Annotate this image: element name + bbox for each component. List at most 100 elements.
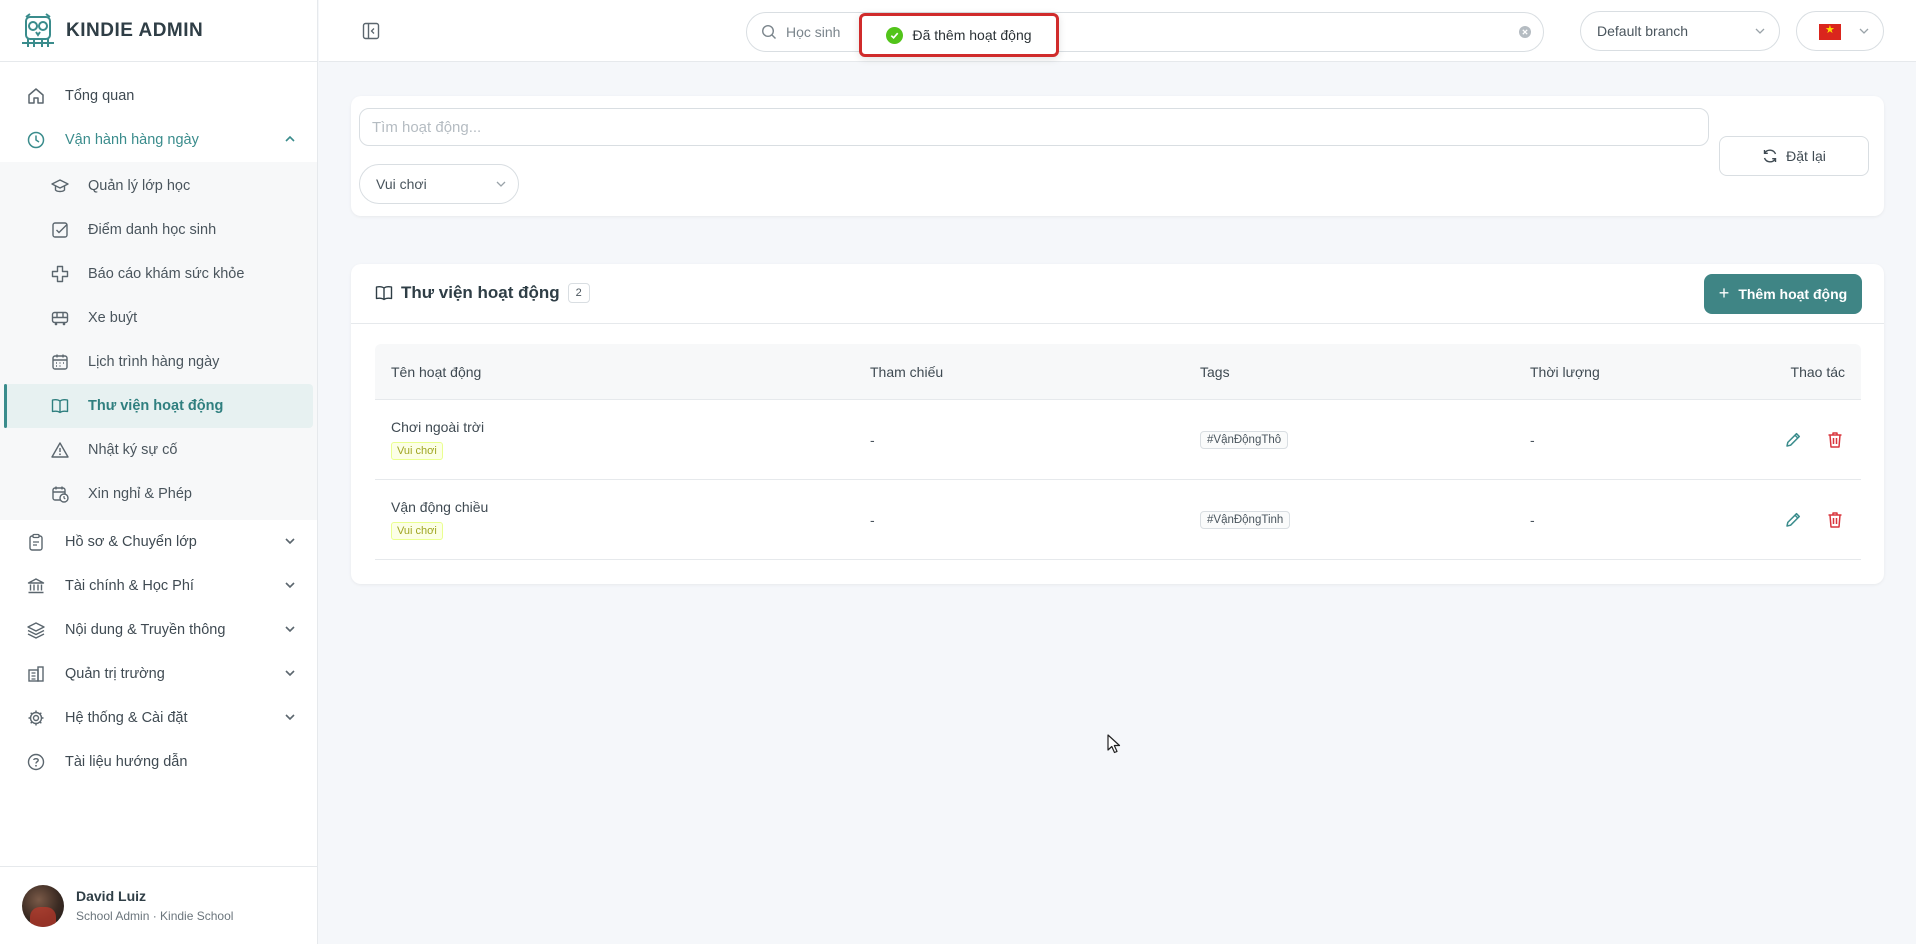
sidebar-toggle-icon[interactable]: [362, 22, 380, 40]
sidebar-item-leave-requests[interactable]: Xin nghỉ & Phép: [0, 472, 317, 516]
sidebar-item-school-admin[interactable]: Quản trị trường: [0, 652, 317, 696]
sidebar-item-label: Báo cáo khám sức khỏe: [88, 266, 245, 282]
refresh-icon: [1762, 148, 1778, 164]
library-title-text: Thư viện hoạt động: [401, 283, 560, 302]
layers-icon: [27, 621, 45, 639]
sidebar-item-class-management[interactable]: Quản lý lớp học: [0, 164, 317, 208]
check-circle-icon: [886, 26, 904, 44]
vietnam-flag-icon: [1819, 23, 1841, 40]
global-search-placeholder: Học sinh: [786, 24, 841, 40]
hashtag: #VậnĐộngThô: [1200, 431, 1289, 449]
category-tag: Vui chơi: [391, 442, 443, 460]
activity-name: Chơi ngoài trời: [391, 419, 485, 435]
owl-logo-icon: [22, 12, 54, 47]
book-icon: [51, 397, 69, 415]
health-cross-icon: [51, 265, 69, 283]
sidebar-item-health-report[interactable]: Báo cáo khám sức khỏe: [0, 252, 317, 296]
edit-icon[interactable]: [1783, 430, 1803, 450]
activity-search-input[interactable]: Tìm hoạt động...: [359, 108, 1709, 146]
chevron-down-icon: [285, 714, 295, 721]
help-circle-icon: [27, 753, 45, 771]
sidebar-item-label: Tổng quan: [65, 88, 135, 104]
sidebar-item-overview[interactable]: Tổng quan: [0, 74, 317, 118]
cell-reference: -: [870, 431, 875, 448]
column-header-duration[interactable]: Thời lượng: [1530, 364, 1760, 380]
chevron-down-icon: [1755, 28, 1765, 34]
user-role: School Admin · Kindie School: [76, 909, 234, 923]
cell-actions: [1760, 430, 1861, 450]
column-header-name[interactable]: Tên hoạt động: [375, 364, 870, 380]
cell-actions: [1760, 510, 1861, 530]
language-select[interactable]: [1796, 11, 1884, 51]
sidebar-item-label: Xin nghỉ & Phép: [88, 486, 192, 502]
cell-name: Vận động chiều Vui chơi: [375, 499, 870, 540]
delete-icon[interactable]: [1825, 430, 1845, 450]
bus-icon: [51, 309, 69, 327]
hashtag: #VậnĐộngTinh: [1200, 511, 1291, 529]
table-row[interactable]: Vận động chiều Vui chơi - #VậnĐộngTinh -: [375, 480, 1861, 560]
sidebar-item-attendance[interactable]: Điểm danh học sinh: [0, 208, 317, 252]
sidebar-item-settings[interactable]: Hệ thống & Cài đặt: [0, 696, 317, 740]
delete-icon[interactable]: [1825, 510, 1845, 530]
clipboard-icon: [27, 533, 45, 551]
sidebar-item-finance[interactable]: Tài chính & Học Phí: [0, 564, 317, 608]
cell-name: Chơi ngoài trời Vui chơi: [375, 419, 870, 460]
add-activity-label: Thêm hoạt động: [1738, 286, 1848, 302]
category-tag: Vui chơi: [391, 522, 443, 540]
toast-message: Đã thêm hoạt động: [912, 27, 1032, 43]
sidebar-item-records[interactable]: Hồ sơ & Chuyển lớp: [0, 520, 317, 564]
chevron-up-icon: [285, 135, 295, 142]
cell-reference: -: [870, 511, 875, 528]
building-icon: [27, 665, 45, 683]
sidebar-nav: Tổng quan Vận hành hàng ngày Quản lý lớp…: [0, 62, 317, 784]
sidebar-item-label: Nhật ký sự cố: [88, 442, 178, 458]
category-select-value: Vui chơi: [376, 176, 427, 192]
branch-select-value: Default branch: [1597, 23, 1689, 39]
sidebar-item-label: Tài liệu hướng dẫn: [65, 754, 188, 770]
book-icon: [375, 284, 393, 302]
sidebar-item-bus[interactable]: Xe buýt: [0, 296, 317, 340]
calendar-clock-icon: [51, 485, 69, 503]
bank-icon: [27, 577, 45, 595]
brand-name: KINDIE ADMIN: [66, 19, 204, 41]
chevron-down-icon: [496, 181, 506, 187]
activity-library-card: Thư viện hoạt động 2 + Thêm hoạt động Tê…: [351, 264, 1884, 584]
activity-name: Vận động chiều: [391, 499, 489, 515]
table-row[interactable]: Chơi ngoài trời Vui chơi - #VậnĐộngThô -: [375, 400, 1861, 480]
edit-icon[interactable]: [1783, 510, 1803, 530]
sidebar-item-incident-log[interactable]: Nhật ký sự cố: [0, 428, 317, 472]
sidebar-item-content[interactable]: Nội dung & Truyền thông: [0, 608, 317, 652]
sidebar-item-label: Tài chính & Học Phí: [65, 578, 194, 594]
sidebar-item-daily-schedule[interactable]: Lịch trình hàng ngày: [0, 340, 317, 384]
column-header-actions: Thao tác: [1790, 363, 1845, 380]
column-header-tags[interactable]: Tags: [1200, 364, 1530, 380]
plus-icon: +: [1718, 282, 1730, 303]
brand[interactable]: KINDIE ADMIN: [0, 0, 317, 62]
library-header: Thư viện hoạt động 2 + Thêm hoạt động: [351, 264, 1884, 324]
sidebar-item-activity-library[interactable]: Thư viện hoạt động: [4, 384, 313, 428]
sidebar-item-daily-ops[interactable]: Vận hành hàng ngày: [0, 118, 317, 162]
checkbox-icon: [51, 221, 69, 239]
activity-table: Tên hoạt động Tham chiếu Tags Thời lượng…: [375, 344, 1861, 560]
cell-tags: #VậnĐộngThô: [1200, 430, 1530, 449]
clear-icon[interactable]: [1518, 25, 1532, 39]
sidebar: KINDIE ADMIN Tổng quan Vận hành hàng ngà…: [0, 0, 318, 944]
reset-button-label: Đặt lại: [1786, 148, 1826, 164]
top-bar: Học sinh Default branch: [319, 0, 1916, 62]
sidebar-item-label: Hồ sơ & Chuyển lớp: [65, 534, 197, 550]
sidebar-item-label: Điểm danh học sinh: [88, 222, 217, 238]
sidebar-item-label: Lịch trình hàng ngày: [88, 354, 220, 370]
gear-icon: [27, 709, 45, 727]
column-header-reference[interactable]: Tham chiếu: [870, 364, 1200, 380]
calendar-icon: [51, 353, 69, 371]
branch-select[interactable]: Default branch: [1580, 11, 1780, 51]
sidebar-item-docs[interactable]: Tài liệu hướng dẫn: [0, 740, 317, 784]
sidebar-item-label: Nội dung & Truyền thông: [65, 622, 226, 638]
category-select[interactable]: Vui chơi: [359, 164, 519, 204]
cell-tags: #VậnĐộngTinh: [1200, 510, 1530, 529]
reset-button[interactable]: Đặt lại: [1719, 136, 1869, 176]
library-title: Thư viện hoạt động 2: [375, 283, 590, 303]
add-activity-button[interactable]: + Thêm hoạt động: [1704, 274, 1862, 314]
sidebar-item-label: Quản lý lớp học: [88, 178, 191, 194]
user-profile[interactable]: David Luiz School Admin · Kindie School: [0, 866, 317, 944]
